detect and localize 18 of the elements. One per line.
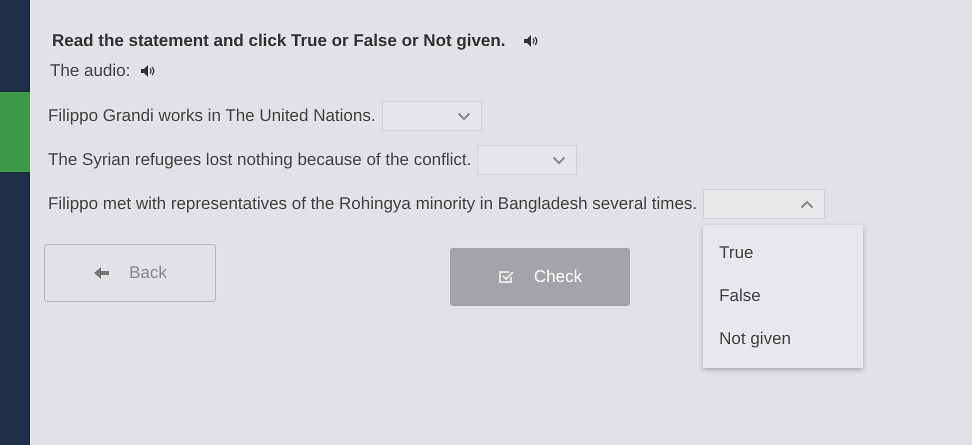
chevron-down-icon [456, 112, 471, 120]
answer-dropdown[interactable] [477, 145, 578, 175]
option-item[interactable]: False [703, 276, 864, 319]
instruction-text: Read the statement and click True or False or Not given. [52, 31, 506, 51]
statement-text: Filippo met with representatives of the Rohingya minority in Bangladesh several times. [48, 194, 698, 214]
option-item[interactable]: Not given [703, 319, 864, 362]
option-item[interactable]: True [703, 233, 864, 276]
chevron-down-icon [552, 156, 566, 164]
speaker-icon[interactable] [523, 34, 540, 48]
answer-dropdown[interactable] [382, 101, 482, 131]
checkbox-icon [498, 269, 516, 285]
audio-label: The audio: [50, 61, 130, 81]
statement-text: Filippo Grandi works in The United Nations. [48, 106, 376, 126]
chevron-up-icon [800, 200, 814, 208]
answer-dropdown[interactable] [703, 189, 826, 219]
speaker-icon[interactable] [140, 64, 156, 78]
statement-text: The Syrian refugees lost nothing because of the conflict. [48, 150, 472, 170]
arrow-left-icon [93, 265, 112, 281]
